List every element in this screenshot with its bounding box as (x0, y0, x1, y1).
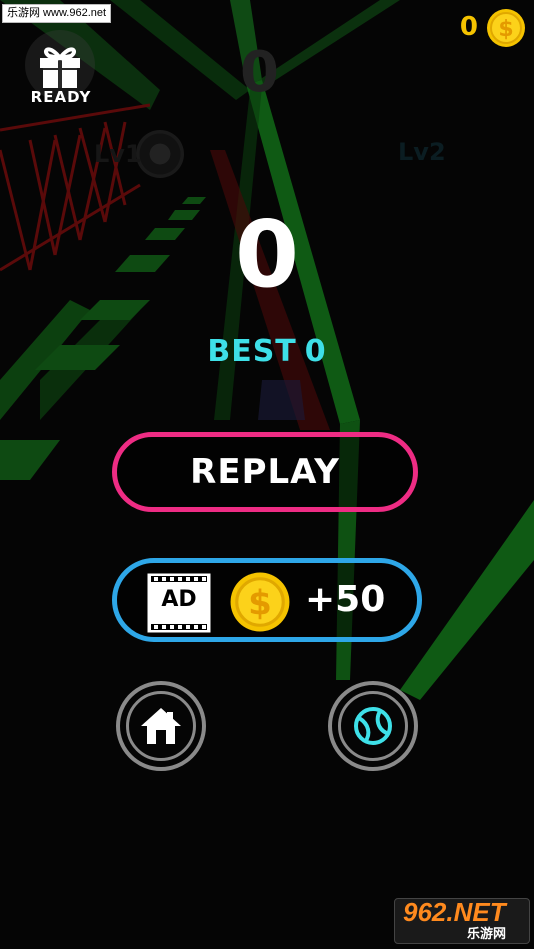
ball-select-button[interactable] (328, 681, 418, 771)
best-score: BEST 0 (0, 334, 534, 369)
svg-text:$: $ (498, 17, 513, 42)
home-icon (141, 708, 181, 744)
level-right-label: Lv2 (398, 138, 446, 166)
player-ball (136, 130, 184, 178)
best-label: BEST (207, 334, 297, 369)
svg-text:$: $ (248, 583, 272, 623)
ball-icon (354, 707, 392, 745)
current-score: 0 (234, 201, 299, 308)
ad-label: AD (161, 587, 197, 612)
home-button[interactable] (116, 681, 206, 771)
watermark-bottom: 962.NET 乐游网 (394, 897, 530, 944)
gift-button[interactable] (24, 30, 96, 100)
coin-count: 0 (459, 12, 478, 42)
replay-button[interactable]: REPLAY (112, 432, 418, 512)
dollar-coin-icon: $ (487, 9, 525, 47)
ad-reward-amount: +50 (305, 579, 386, 620)
watermark-top: 乐游网 www.962.net (2, 4, 112, 23)
replay-label: REPLAY (190, 452, 340, 492)
watermark-site: 乐游网 (467, 926, 507, 941)
dollar-coin-icon: $ (230, 572, 290, 632)
best-value: 0 (304, 334, 327, 369)
background-score: 0 (240, 40, 279, 105)
level-left-label: Lv1 (94, 140, 142, 168)
gift-ready-label: READY (30, 88, 92, 106)
watch-ad-button[interactable]: AD $ +50 (112, 558, 422, 642)
